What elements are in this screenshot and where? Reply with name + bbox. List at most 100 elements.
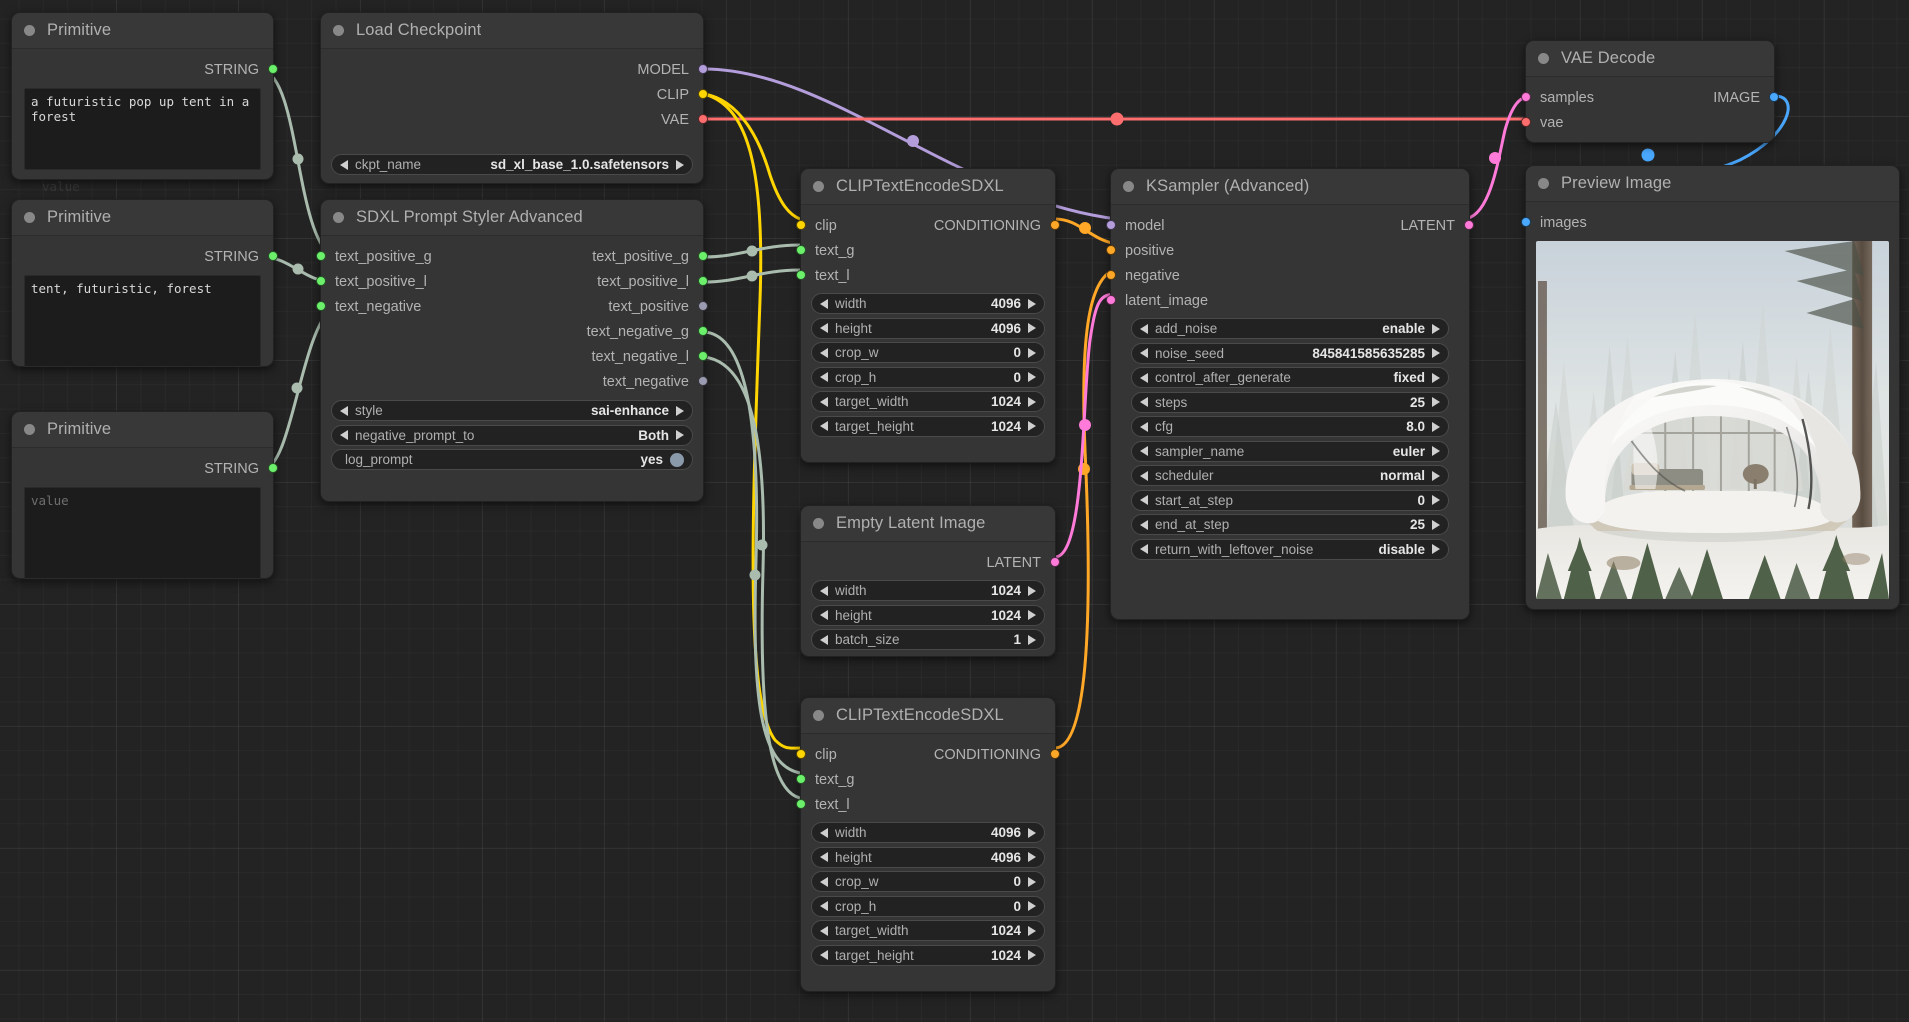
decrement-arrow-icon[interactable] [820, 852, 828, 862]
input-dot-text-g[interactable] [796, 774, 806, 784]
increment-arrow-icon[interactable] [1432, 520, 1440, 530]
increment-arrow-icon[interactable] [1432, 544, 1440, 554]
output-slot-string[interactable]: STRING [12, 244, 273, 269]
input-dot-text-l[interactable] [796, 799, 806, 809]
increment-arrow-icon[interactable] [1028, 421, 1036, 431]
output-dot-text-positive-g[interactable] [698, 251, 708, 261]
widget-height[interactable]: height 4096 [811, 847, 1045, 868]
node-titlebar[interactable]: Empty Latent Image [801, 506, 1055, 542]
input-dot-text-negative[interactable] [316, 301, 326, 311]
node-titlebar[interactable]: Load Checkpoint [321, 13, 703, 49]
input-slot-text-l[interactable]: text_l [801, 263, 1055, 288]
widget-target-height[interactable]: target_height 1024 [811, 416, 1045, 437]
decrement-arrow-icon[interactable] [820, 586, 828, 596]
output-dot-vae[interactable] [698, 114, 708, 124]
string-value-textarea[interactable]: value [24, 487, 261, 579]
widget-crop-h[interactable]: crop_h 0 [811, 896, 1045, 917]
widget-width[interactable]: width 1024 [811, 580, 1045, 601]
string-value-textarea[interactable]: tent, futuristic, forest [24, 275, 261, 367]
widget-height[interactable]: height 1024 [811, 605, 1045, 626]
output-dot-clip[interactable] [698, 89, 708, 99]
decrement-arrow-icon[interactable] [1140, 373, 1148, 383]
collapse-dot-icon[interactable] [333, 25, 344, 36]
increment-arrow-icon[interactable] [1028, 348, 1036, 358]
collapse-dot-icon[interactable] [1123, 181, 1134, 192]
output-dot-text-negative-g[interactable] [698, 326, 708, 336]
widget-sampler-name[interactable]: sampler_name euler [1131, 441, 1449, 462]
node-titlebar[interactable]: SDXL Prompt Styler Advanced [321, 200, 703, 236]
collapse-dot-icon[interactable] [813, 518, 824, 529]
output-dot-string[interactable] [268, 251, 278, 261]
decrement-arrow-icon[interactable] [820, 372, 828, 382]
increment-arrow-icon[interactable] [1028, 586, 1036, 596]
decrement-arrow-icon[interactable] [820, 877, 828, 887]
decrement-arrow-icon[interactable] [340, 406, 348, 416]
increment-arrow-icon[interactable] [1028, 950, 1036, 960]
decrement-arrow-icon[interactable] [1140, 471, 1148, 481]
decrement-arrow-icon[interactable] [820, 926, 828, 936]
decrement-arrow-icon[interactable] [820, 323, 828, 333]
output-dot-model[interactable] [698, 64, 708, 74]
node-titlebar[interactable]: Primitive [12, 200, 273, 236]
decrement-arrow-icon[interactable] [820, 397, 828, 407]
node-sdxl-prompt-styler-advanced[interactable]: SDXL Prompt Styler Advanced text_positiv… [320, 199, 704, 502]
output-slot-text-negative-l[interactable]: text_negative_l [321, 344, 703, 369]
increment-arrow-icon[interactable] [1432, 324, 1440, 334]
decrement-arrow-icon[interactable] [820, 635, 828, 645]
node-clip-text-encode-positive[interactable]: CLIPTextEncodeSDXL clip CONDITIONING tex… [800, 168, 1056, 463]
collapse-dot-icon[interactable] [333, 212, 344, 223]
increment-arrow-icon[interactable] [676, 160, 684, 170]
decrement-arrow-icon[interactable] [820, 901, 828, 911]
output-slot-model[interactable]: MODEL [321, 57, 703, 82]
node-empty-latent-image[interactable]: Empty Latent Image LATENT width 1024 hei… [800, 505, 1056, 657]
increment-arrow-icon[interactable] [1432, 373, 1440, 383]
widget-target-height[interactable]: target_height 1024 [811, 945, 1045, 966]
widget-scheduler[interactable]: scheduler normal [1131, 465, 1449, 486]
collapse-dot-icon[interactable] [1538, 178, 1549, 189]
increment-arrow-icon[interactable] [1432, 348, 1440, 358]
widget-start-at-step[interactable]: start_at_step 0 [1131, 490, 1449, 511]
output-slot-vae[interactable]: VAE [321, 107, 703, 132]
increment-arrow-icon[interactable] [1028, 877, 1036, 887]
input-dot-model[interactable] [1106, 220, 1116, 230]
widget-crop-w[interactable]: crop_w 0 [811, 871, 1045, 892]
increment-arrow-icon[interactable] [1028, 610, 1036, 620]
node-primitive-2[interactable]: Primitive STRING tent, futuristic, fores… [11, 199, 274, 367]
decrement-arrow-icon[interactable] [1140, 397, 1148, 407]
decrement-arrow-icon[interactable] [820, 950, 828, 960]
decrement-arrow-icon[interactable] [340, 160, 348, 170]
output-dot-latent[interactable] [1050, 557, 1060, 567]
input-dot-clip[interactable] [796, 220, 806, 230]
output-dot-text-positive-l[interactable] [698, 276, 708, 286]
output-dot-string[interactable] [268, 463, 278, 473]
input-dot-text-l[interactable] [796, 270, 806, 280]
collapse-dot-icon[interactable] [1538, 53, 1549, 64]
widget-width[interactable]: width 4096 [811, 822, 1045, 843]
widget-control-after-generate[interactable]: control_after_generate fixed [1131, 367, 1449, 388]
increment-arrow-icon[interactable] [1028, 852, 1036, 862]
output-slot-string[interactable]: STRING [12, 57, 273, 82]
decrement-arrow-icon[interactable] [820, 828, 828, 838]
widget-end-at-step[interactable]: end_at_step 25 [1131, 514, 1449, 535]
input-slot-negative[interactable]: negative [1111, 263, 1469, 288]
output-dot-text-negative[interactable] [698, 376, 708, 386]
input-slot-text-g[interactable]: text_g [801, 767, 1055, 792]
output-dot-image[interactable] [1769, 92, 1779, 102]
input-slot-vae[interactable]: vae [1526, 110, 1774, 135]
string-value-textarea[interactable]: a futuristic pop up tent in a forest [24, 88, 261, 170]
increment-arrow-icon[interactable] [676, 406, 684, 416]
widget-height[interactable]: height 4096 [811, 318, 1045, 339]
output-slot-text-negative[interactable]: text_negative [321, 369, 703, 394]
widget-batch-size[interactable]: batch_size 1 [811, 629, 1045, 650]
increment-arrow-icon[interactable] [1028, 901, 1036, 911]
increment-arrow-icon[interactable] [1432, 422, 1440, 432]
input-dot-vae[interactable] [1521, 117, 1531, 127]
input-dot-negative[interactable] [1106, 270, 1116, 280]
input-dot-positive[interactable] [1106, 245, 1116, 255]
input-dot-text-positive-g[interactable] [316, 251, 326, 261]
output-slot-text-negative-g[interactable]: text_negative_g [321, 319, 703, 344]
output-dot-latent[interactable] [1464, 220, 1474, 230]
output-slot-latent[interactable]: LATENT [801, 550, 1055, 575]
output-dot-text-positive[interactable] [698, 301, 708, 311]
increment-arrow-icon[interactable] [1028, 372, 1036, 382]
